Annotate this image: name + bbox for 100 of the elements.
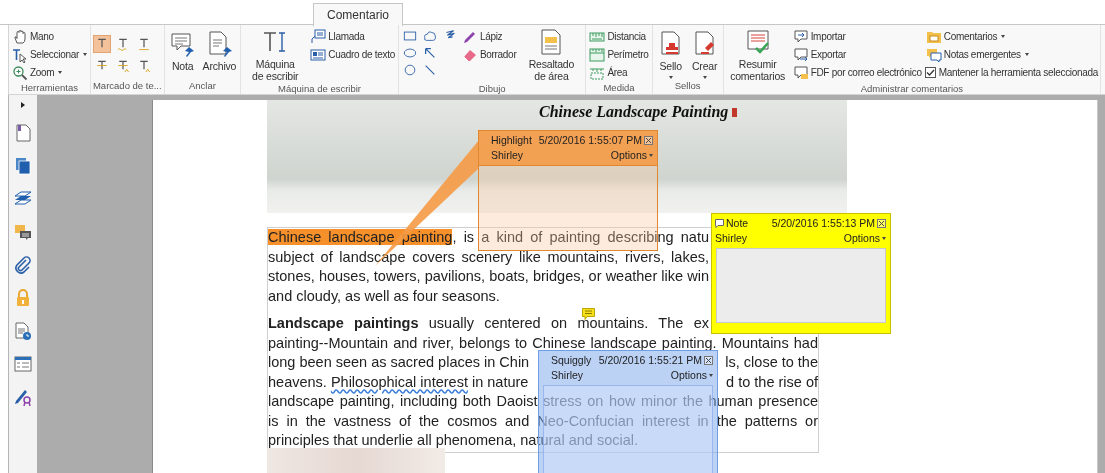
group-label: Medida [602, 81, 636, 95]
underline-text-icon [136, 37, 151, 51]
text-select-icon [12, 46, 28, 63]
ribbon-button[interactable]: Crear [688, 28, 721, 79]
caret-icon [709, 373, 713, 377]
caret-icon [668, 76, 673, 79]
text-line: and cloudy, as well as four seasons. [268, 286, 501, 306]
close-button[interactable] [644, 135, 653, 145]
caret-icon [649, 153, 653, 157]
ribbon-button[interactable]: Importar [791, 28, 923, 45]
options-menu[interactable]: Options [670, 369, 713, 381]
import-icon [792, 28, 809, 45]
ribbon-button[interactable]: Resumir comentarios [725, 28, 790, 82]
export-icon [792, 46, 809, 63]
ribbon-button[interactable]: Seleccionar [11, 46, 88, 63]
squiggly-text-icon [115, 37, 130, 51]
layers-icon[interactable] [14, 190, 32, 208]
checkbox[interactable] [924, 67, 936, 78]
text-line: d to the rise of [726, 372, 818, 392]
zoom-icon [12, 64, 28, 81]
group-label: Herramientas [19, 81, 79, 95]
group-label: Administrar comentarios [859, 82, 965, 96]
caret-icon [1024, 53, 1029, 56]
ribbon-button[interactable]: Borrador [460, 46, 518, 63]
ribbon-button[interactable]: Zoom [11, 64, 88, 81]
ribbon-button[interactable]: Perímetro [588, 46, 650, 63]
popup-notes-icon [925, 46, 942, 63]
popup-date: 5/20/2016 1:55:07 PM [538, 134, 642, 146]
options-menu[interactable]: Options [610, 149, 653, 161]
document-clock-icon[interactable] [14, 322, 32, 340]
hand-icon [12, 28, 28, 45]
caret-icon [702, 76, 707, 79]
check-icon [925, 68, 935, 77]
circle-icon [402, 63, 417, 77]
caret-icon [58, 71, 63, 74]
pages-icon[interactable] [14, 157, 32, 175]
textbox-icon [310, 46, 327, 63]
ribbon-button[interactable]: Llamada [309, 28, 396, 45]
expand-icon[interactable] [19, 101, 27, 109]
ribbon-button[interactable]: Distancia [588, 28, 650, 45]
close-icon [645, 136, 652, 144]
ribbon-button[interactable]: Resaltado de área [519, 28, 584, 82]
group-label: Máquina de escribir [277, 82, 362, 96]
close-icon [705, 356, 712, 364]
text-line: is in the vastness of the cosmos and Neo-Confucian interest in the patterns or [268, 411, 818, 431]
ribbon-button[interactable]: Mano [11, 28, 88, 45]
caret-icon [882, 236, 886, 240]
ribbon-button[interactable]: Cuadro de texto [309, 46, 396, 63]
note-icon [715, 218, 724, 228]
ribbon-button[interactable]: Comentarios [924, 28, 1099, 45]
options-menu[interactable]: Options [843, 232, 886, 244]
text-line: ls, close to the [725, 353, 818, 372]
popup-author: Shirley [491, 149, 525, 161]
comments-icon[interactable] [14, 223, 32, 241]
arrow-icon [422, 46, 437, 60]
caret-icon [1001, 35, 1006, 38]
checkbox-label: Mantener la herramienta seleccionada [938, 67, 1099, 78]
pen-ribbon-icon[interactable] [14, 388, 32, 406]
perimeter-icon [589, 46, 606, 63]
paperclip-icon[interactable] [14, 256, 32, 274]
seal-mark [732, 107, 738, 117]
popup-date: 5/20/2016 1:55:21 PM [598, 354, 702, 366]
ribbon-button[interactable]: Archivo [200, 28, 239, 72]
ribbon-button[interactable]: Exportar [791, 46, 923, 63]
popup-type: Note [726, 217, 749, 229]
popup-author: Shirley [715, 232, 749, 244]
group-label: Sellos [673, 79, 702, 93]
page-icon[interactable] [14, 124, 32, 142]
caret-icon [82, 53, 87, 56]
group-label: Anclar [187, 79, 217, 93]
rectangle-icon [402, 29, 417, 43]
text-line: heavens. Philosophical interest in nature [268, 372, 529, 392]
ribbon-button[interactable]: Notas emergentes [924, 46, 1099, 63]
text-line: long been seen as sacred places in Chin [268, 353, 530, 372]
callout-icon [310, 28, 327, 45]
replace-text-icon [115, 59, 130, 73]
text-line: stones, houses, towers, pavilions, boats, bridges, or weather like win [268, 267, 709, 286]
popup-type: Squiggly [551, 354, 593, 366]
form-icon[interactable] [14, 355, 32, 373]
ellipse-icon [402, 46, 417, 60]
tool-button[interactable] [92, 35, 111, 53]
popup-date: 5/20/2016 1:55:13 PM [771, 217, 875, 229]
close-button[interactable] [704, 355, 713, 365]
ribbon-button[interactable]: FDF por correo electrónico [791, 64, 923, 81]
ribbon-button[interactable]: Nota [166, 28, 199, 72]
email-icon [792, 64, 809, 81]
group-label: Dibujo [477, 82, 507, 96]
banner-title: Chinese Landscape Painting [539, 103, 729, 121]
ribbon-tab[interactable]: Comentario [313, 3, 404, 26]
text-line: Landscape paintings usually centered on mountains. The ex [268, 314, 709, 333]
ribbon-button[interactable]: Lápiz [460, 28, 518, 45]
ribbon-button[interactable]: Máquina de escribir [243, 28, 308, 82]
text-line: painting--Mountain and river, belongs to Chinese landscape painting. Mountains had [268, 333, 818, 353]
popup-type: Highlight [491, 134, 533, 146]
close-icon [878, 219, 885, 227]
group-label: Marcado de te... [92, 79, 162, 93]
close-button[interactable] [877, 218, 886, 228]
ribbon-button[interactable]: Área [588, 64, 650, 81]
ribbon-button[interactable]: Sello [654, 28, 687, 79]
cloud-icon [422, 29, 437, 43]
